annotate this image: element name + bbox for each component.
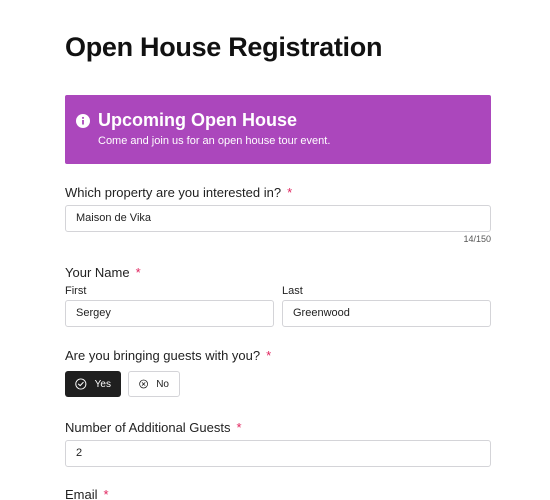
property-label: Which property are you interested in? * (65, 185, 292, 200)
required-asterisk: * (287, 185, 293, 200)
info-icon (76, 114, 90, 128)
info-banner: Upcoming Open House Come and join us for… (65, 95, 491, 164)
first-name-input[interactable]: Sergey (65, 300, 274, 327)
required-asterisk: * (103, 487, 109, 500)
name-label: Your Name * (65, 265, 141, 280)
guests-label-text: Are you bringing guests with you? (65, 348, 261, 363)
last-name-label: Last (282, 285, 303, 297)
banner-title: Upcoming Open House (98, 110, 298, 130)
no-option[interactable]: No (128, 371, 180, 397)
page-title: Open House Registration (65, 32, 383, 62)
additional-guests-label: Number of Additional Guests * (65, 420, 242, 435)
property-label-text: Which property are you interested in? (65, 185, 282, 200)
required-asterisk: * (236, 420, 242, 435)
yes-label: Yes (94, 378, 111, 390)
first-name-label: First (65, 285, 87, 297)
registration-form: Open House Registration Upcoming Open Ho… (0, 0, 550, 500)
additional-guests-label-text: Number of Additional Guests (65, 420, 231, 435)
last-name-input[interactable]: Greenwood (282, 300, 491, 327)
name-label-text: Your Name (65, 265, 130, 280)
email-label-text: Email (65, 487, 98, 500)
yes-option[interactable]: Yes (65, 371, 121, 397)
check-circle-icon (75, 378, 87, 390)
character-counter: 14/150 (463, 234, 491, 244)
banner-subtitle: Come and join us for an open house tour … (98, 135, 331, 147)
guests-label: Are you bringing guests with you? * (65, 348, 271, 363)
required-asterisk: * (266, 348, 272, 363)
no-label: No (156, 378, 169, 390)
additional-guests-input[interactable]: 2 (65, 440, 491, 467)
required-asterisk: * (135, 265, 141, 280)
property-input[interactable]: Maison de Vika (65, 205, 491, 232)
x-circle-icon (139, 379, 148, 389)
email-label: Email * (65, 487, 109, 500)
